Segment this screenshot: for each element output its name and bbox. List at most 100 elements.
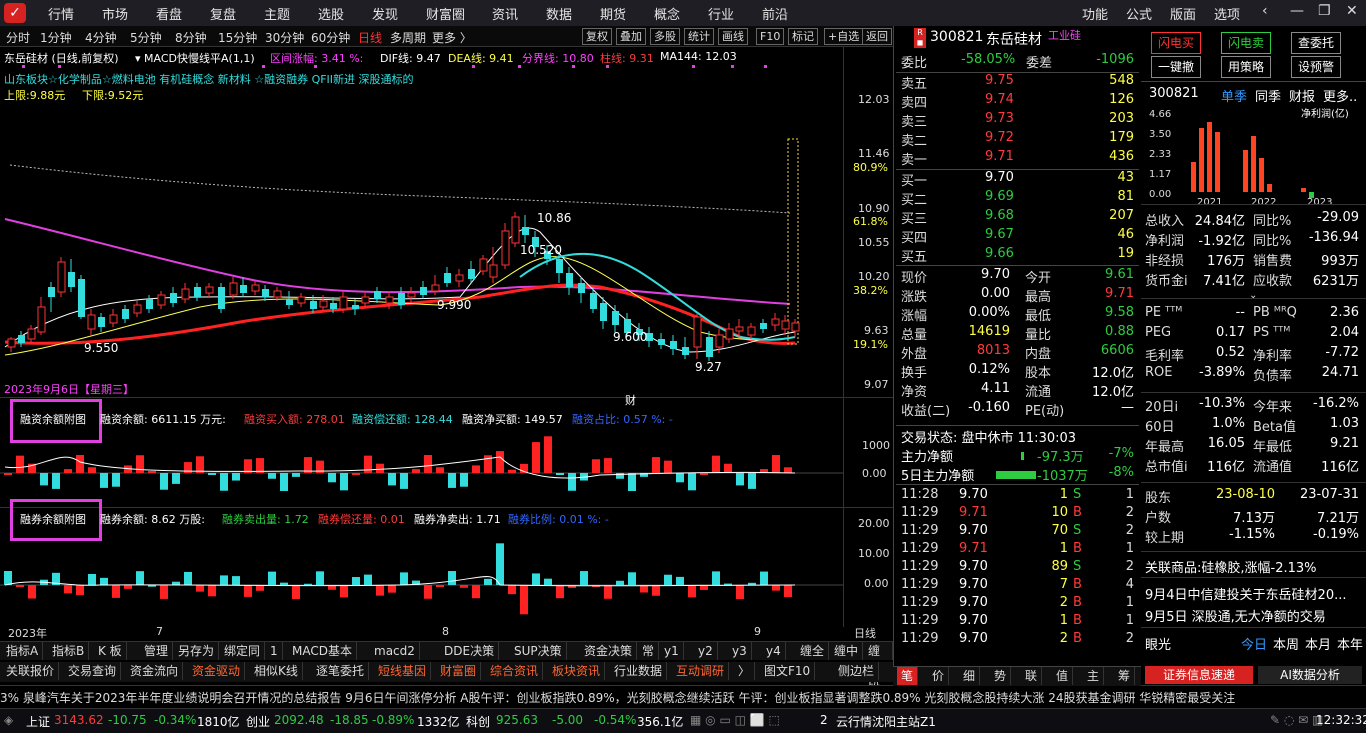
period-fenshi[interactable]: 分时 — [6, 29, 30, 46]
menu-item[interactable]: 行业 — [708, 4, 734, 23]
period-30min[interactable]: 30分钟 — [265, 29, 304, 46]
tab-item[interactable]: y2 — [694, 642, 718, 660]
tab-item[interactable]: y3 — [728, 642, 752, 660]
detail-tab[interactable]: 笔 — [897, 667, 919, 685]
detail-tab[interactable]: 价 — [928, 667, 950, 685]
tab-item[interactable]: 资金流向 — [126, 662, 184, 680]
fuquan-button[interactable]: 复权 — [582, 28, 612, 45]
menu-layout[interactable]: 版面 — [1170, 4, 1196, 23]
index-kc-label[interactable]: 科创 — [466, 713, 490, 730]
menu-item[interactable]: 资讯 — [492, 4, 518, 23]
server-station[interactable]: 云行情沈阳主站Z1 — [836, 713, 936, 730]
query-order-button[interactable]: 查委托 — [1291, 32, 1341, 54]
stock-industry[interactable]: 工业硅 — [1048, 27, 1081, 43]
news-ticker-text[interactable]: 3% 泉峰汽车关于2023年半年度业绩说明会召开情况的总结报告 9月6日午间涨停… — [0, 689, 1235, 706]
tab-item[interactable]: 指标B — [48, 642, 90, 660]
cancel-all-button[interactable]: 一键撤 — [1151, 56, 1201, 78]
menu-formula[interactable]: 公式 — [1126, 4, 1152, 23]
tab-item[interactable]: y1 — [660, 642, 684, 660]
tab-item[interactable]: 常 — [638, 642, 660, 660]
tab-item[interactable]: 缠全 — [796, 642, 830, 660]
tab-item[interactable]: 绑定同 — [220, 642, 266, 660]
flash-sell-button[interactable]: 闪电卖 — [1221, 32, 1271, 54]
strategy-button[interactable]: 用策略 — [1221, 56, 1271, 78]
back-button[interactable]: 返回 — [862, 28, 892, 45]
tab-item[interactable]: 指标A — [2, 642, 44, 660]
menu-item[interactable]: 概念 — [654, 4, 680, 23]
menu-item[interactable]: 数据 — [546, 4, 572, 23]
menu-item[interactable]: 前沿 — [762, 4, 788, 23]
tab-item[interactable]: 图文F10 — [760, 662, 816, 680]
tab-item[interactable]: y4 — [762, 642, 786, 660]
menu-item[interactable]: 主题 — [264, 4, 290, 23]
menu-item[interactable]: 期货 — [600, 4, 626, 23]
tab-item[interactable]: 财富圈 — [436, 662, 482, 680]
detail-tab[interactable]: 筹 — [1114, 667, 1136, 685]
period-more[interactable]: 更多 〉 — [432, 29, 472, 46]
tab-item[interactable]: 互动调研 — [672, 662, 730, 680]
tab-item[interactable]: SUP决策 — [510, 642, 567, 660]
index-sh-label[interactable]: 上证 — [26, 713, 50, 730]
alert-count[interactable]: 2 — [820, 713, 828, 727]
menu-function[interactable]: 功能 — [1082, 4, 1108, 23]
settings-icon[interactable]: ◈ — [4, 713, 13, 727]
mark-button[interactable]: 标记 — [788, 28, 818, 45]
tab-item[interactable]: 短线基因 — [374, 662, 432, 680]
menu-item[interactable]: 选股 — [318, 4, 344, 23]
menu-item[interactable]: 市场 — [102, 4, 128, 23]
period-5min[interactable]: 5分钟 — [130, 29, 162, 46]
tab-item[interactable]: 资金驱动 — [188, 662, 246, 680]
period-4min[interactable]: 4分钟 — [85, 29, 117, 46]
tab-item[interactable]: 交易查询 — [64, 662, 122, 680]
ai-analysis-button[interactable]: AI数据分析 — [1258, 666, 1362, 684]
detail-tab[interactable]: 联 — [1021, 667, 1043, 685]
period-60min[interactable]: 60分钟 — [311, 29, 350, 46]
period-8min[interactable]: 8分钟 — [175, 29, 207, 46]
tab-item[interactable]: K 板 — [94, 642, 127, 660]
tab-item[interactable]: 〉 — [734, 662, 756, 680]
tab-item[interactable]: MACD基本 — [288, 642, 357, 660]
menu-item[interactable]: 发现 — [372, 4, 398, 23]
tab-item[interactable]: 另存为 — [174, 642, 220, 660]
tab-item[interactable]: 关联报价 — [2, 662, 60, 680]
tab-item[interactable]: 综合资讯 — [486, 662, 544, 680]
chart-icon[interactable]: ▦ ◎ ▭ ◫ ⬜ ⬚ — [690, 713, 780, 727]
news-ticker[interactable]: 3% 泉峰汽车关于2023年半年度业绩说明会召开情况的总结报告 9月6日午间涨停… — [0, 685, 1366, 706]
tab-item[interactable]: 资金决策 — [580, 642, 638, 660]
set-alert-button[interactable]: 设预警 — [1291, 56, 1341, 78]
menu-item[interactable]: 财富圈 — [426, 4, 465, 23]
tab-item[interactable]: 侧边栏 — [834, 662, 880, 680]
menu-options[interactable]: 选项 — [1214, 4, 1240, 23]
detail-tab[interactable]: 细 — [959, 667, 981, 685]
tab-item[interactable]: DDE决策 — [440, 642, 500, 660]
maximize-icon[interactable]: ❐ — [1318, 3, 1331, 19]
minimize-icon[interactable]: — — [1290, 3, 1304, 19]
tab-item[interactable]: 缠中 — [830, 642, 864, 660]
close-icon[interactable]: ✕ — [1346, 3, 1358, 19]
info-express-button[interactable]: 证券信息速递 — [1145, 666, 1253, 684]
add-watchlist-button[interactable]: +自选 — [824, 28, 864, 45]
tab-item[interactable]: 逐笔委托 — [312, 662, 370, 680]
detail-tab[interactable]: 主 — [1083, 667, 1105, 685]
detail-tab[interactable]: 势 — [990, 667, 1012, 685]
chevron-down-icon[interactable]: ⌄ — [1249, 290, 1257, 301]
back-arrow-icon[interactable]: ‹ — [1262, 3, 1268, 19]
tab-item[interactable]: 相似K线 — [250, 662, 303, 680]
tab-item[interactable]: macd2 — [370, 642, 420, 660]
tab-item[interactable]: 板块资讯 — [548, 662, 606, 680]
draw-line-button[interactable]: 画线 — [718, 28, 748, 45]
menu-item[interactable]: 行情 — [48, 4, 74, 23]
tab-item[interactable]: 管理 — [140, 642, 174, 660]
flash-buy-button[interactable]: 闪电买 — [1151, 32, 1201, 54]
period-multi[interactable]: 多周期 — [390, 29, 426, 46]
period-daily[interactable]: 日线 — [358, 29, 382, 46]
period-15min[interactable]: 15分钟 — [218, 29, 257, 46]
multistock-button[interactable]: 多股 — [650, 28, 680, 45]
stats-button[interactable]: 统计 — [684, 28, 714, 45]
tab-item[interactable]: 1 — [266, 642, 283, 660]
overlay-button[interactable]: 叠加 — [616, 28, 646, 45]
index-cy-label[interactable]: 创业 — [246, 713, 270, 730]
menu-item[interactable]: 看盘 — [156, 4, 182, 23]
detail-tab[interactable]: 值 — [1052, 667, 1074, 685]
period-1min[interactable]: 1分钟 — [40, 29, 72, 46]
